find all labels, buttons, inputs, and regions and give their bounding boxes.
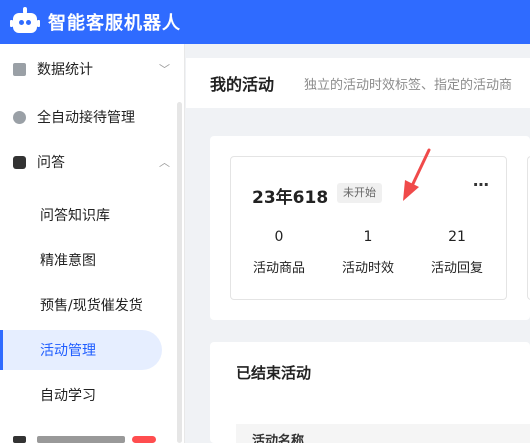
- sidebar-subitem-label: 问答知识库: [40, 208, 110, 224]
- sidebar-item-label: 问答: [37, 155, 65, 171]
- ended-activities-section: 已结束活动 活动名称: [210, 342, 530, 443]
- status-badge: 未开始: [337, 183, 382, 203]
- page-title: 我的活动: [210, 75, 275, 94]
- table-column-header: 活动名称: [252, 434, 305, 443]
- page-description: 独立的活动时效标签、指定的活动商: [304, 77, 513, 93]
- top-bar: 智能客服机器人: [0, 0, 530, 44]
- sidebar-item-auto-reception[interactable]: 全自动接待管理: [0, 97, 176, 137]
- chevron-up-icon: ︿: [159, 156, 170, 169]
- robot-icon: [13, 110, 26, 124]
- sidebar-subitem-label: 活动管理: [40, 343, 96, 359]
- activity-name: 23年618: [252, 188, 329, 208]
- activity-card[interactable]: 23年618 未开始 ⋯ 0 活动商品 1 活动时效 21 活动回复: [230, 156, 507, 300]
- stat-activity-timing: 1 活动时效: [330, 229, 406, 276]
- sidebar-subitem-label: 自动学习: [40, 388, 96, 404]
- chat-icon: [13, 155, 26, 169]
- sidebar-item-qa[interactable]: 问答 ︿: [0, 142, 176, 182]
- stat-value: 1: [363, 229, 373, 245]
- stat-value: 0: [274, 229, 284, 245]
- sidebar-item-label: [37, 436, 125, 443]
- sidebar-subitem-auto-learning[interactable]: 自动学习: [0, 375, 162, 415]
- chevron-down-icon: ﹀: [159, 63, 170, 76]
- stat-activity-replies: 21 活动回复: [419, 229, 495, 276]
- activity-panel: 23年618 未开始 ⋯ 0 活动商品 1 活动时效 21 活动回复: [210, 136, 530, 320]
- sidebar-item-data-stats[interactable]: 数据统计 ﹀: [0, 49, 176, 89]
- sidebar: 数据统计 ﹀ 全自动接待管理 问答 ︿ 问答知识库 精准意图 预售/现货催发货 …: [0, 44, 185, 443]
- table-header: 活动名称: [236, 424, 530, 443]
- bar-chart-icon: [13, 62, 26, 76]
- sidebar-subitem-label: 预售/现货催发货: [40, 298, 143, 314]
- status-badge: [132, 436, 156, 443]
- sidebar-scrollbar[interactable]: [177, 102, 182, 443]
- more-icon[interactable]: ⋯: [473, 175, 489, 194]
- section-title: 已结束活动: [236, 364, 312, 382]
- page-header: 我的活动 独立的活动时效标签、指定的活动商: [186, 58, 530, 108]
- sidebar-subitem-precise-intent[interactable]: 精准意图: [0, 240, 162, 280]
- sidebar-item-label: 全自动接待管理: [37, 110, 135, 126]
- app-title: 智能客服机器人: [48, 13, 181, 34]
- robot-logo-icon: [10, 7, 40, 37]
- stat-label: 活动商品: [252, 261, 305, 276]
- sidebar-item-label: 数据统计: [37, 62, 93, 78]
- sidebar-subitem-activity-manage[interactable]: 活动管理: [0, 330, 162, 370]
- main-content: 我的活动 独立的活动时效标签、指定的活动商 23年618 未开始 ⋯ 0 活动商…: [186, 44, 530, 443]
- sidebar-subitem-qa-knowledge[interactable]: 问答知识库: [0, 195, 162, 235]
- menu-icon: [13, 436, 26, 443]
- sidebar-subitem-label: 精准意图: [40, 253, 96, 269]
- stat-value: 21: [448, 229, 466, 245]
- stat-label: 活动回复: [430, 261, 483, 276]
- sidebar-subitem-presale-shipping[interactable]: 预售/现货催发货: [0, 285, 162, 325]
- stat-label: 活动时效: [341, 261, 394, 276]
- sidebar-item-partial[interactable]: [0, 436, 176, 443]
- stat-activity-products: 0 活动商品: [241, 229, 317, 276]
